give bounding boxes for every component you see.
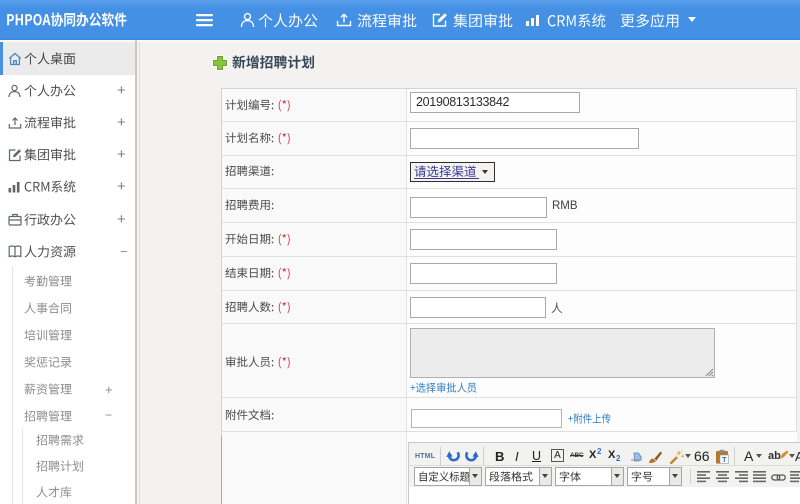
svg-text:T: T <box>722 455 727 464</box>
